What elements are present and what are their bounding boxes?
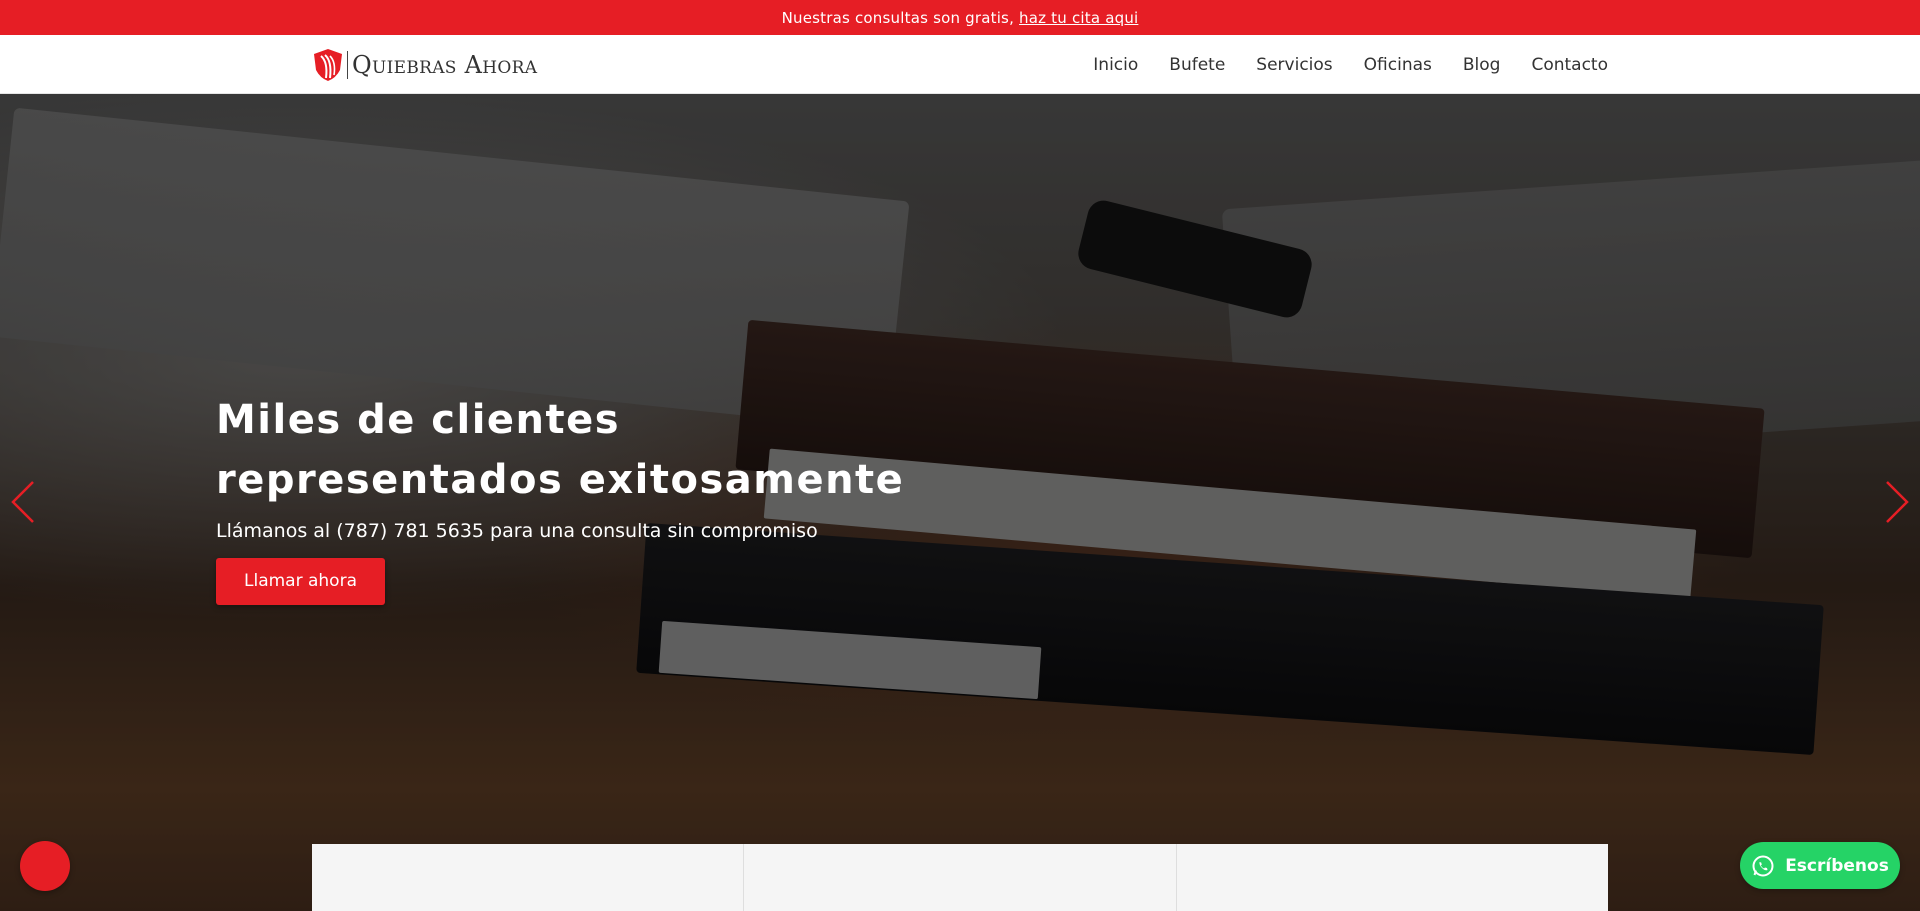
nav-item-blog[interactable]: Blog [1463, 55, 1501, 75]
logo-shield-icon [314, 49, 342, 81]
floating-action-button[interactable] [20, 841, 70, 891]
main-nav: Inicio Bufete Servicios Oficinas Blog Co… [1093, 35, 1608, 94]
hero-title-line2: representados exitosamente [216, 457, 905, 503]
slider-prev-arrow-icon[interactable] [9, 478, 37, 526]
book-appointment-link[interactable]: haz tu cita aqui [1019, 9, 1138, 27]
logo-divider [347, 51, 348, 79]
announcement-bar: Nuestras consultas son gratis, haz tu ci… [0, 0, 1920, 35]
announcement-text: Nuestras consultas son gratis, [781, 8, 1015, 27]
hero-slider: Miles de clientes representados exitosam… [0, 94, 1920, 911]
feature-card [1176, 844, 1608, 911]
hero-title: Miles de clientes representados exitosam… [216, 390, 936, 510]
whatsapp-label: Escríbenos [1785, 855, 1889, 876]
feature-card [312, 844, 745, 911]
call-now-button[interactable]: Llamar ahora [216, 558, 385, 605]
hero-subtitle: Llámanos al (787) 781 5635 para una cons… [216, 520, 818, 542]
site-header: Quiebras Ahora Inicio Bufete Servicios O… [0, 35, 1920, 94]
nav-item-bufete[interactable]: Bufete [1169, 55, 1225, 75]
whatsapp-icon [1752, 855, 1774, 876]
feature-card [744, 844, 1177, 911]
slider-next-arrow-icon[interactable] [1883, 478, 1911, 526]
hero-caption: Miles de clientes representados exitosam… [216, 390, 936, 605]
nav-item-contacto[interactable]: Contacto [1531, 55, 1608, 75]
nav-item-servicios[interactable]: Servicios [1256, 55, 1332, 75]
whatsapp-chat-button[interactable]: Escríbenos [1740, 842, 1900, 889]
nav-item-oficinas[interactable]: Oficinas [1364, 55, 1432, 75]
nav-item-inicio[interactable]: Inicio [1093, 55, 1138, 75]
hero-title-line1: Miles de clientes [216, 397, 621, 443]
logo-text: Quiebras Ahora [352, 51, 538, 79]
site-logo[interactable]: Quiebras Ahora [312, 47, 537, 83]
feature-cards [312, 844, 1608, 911]
